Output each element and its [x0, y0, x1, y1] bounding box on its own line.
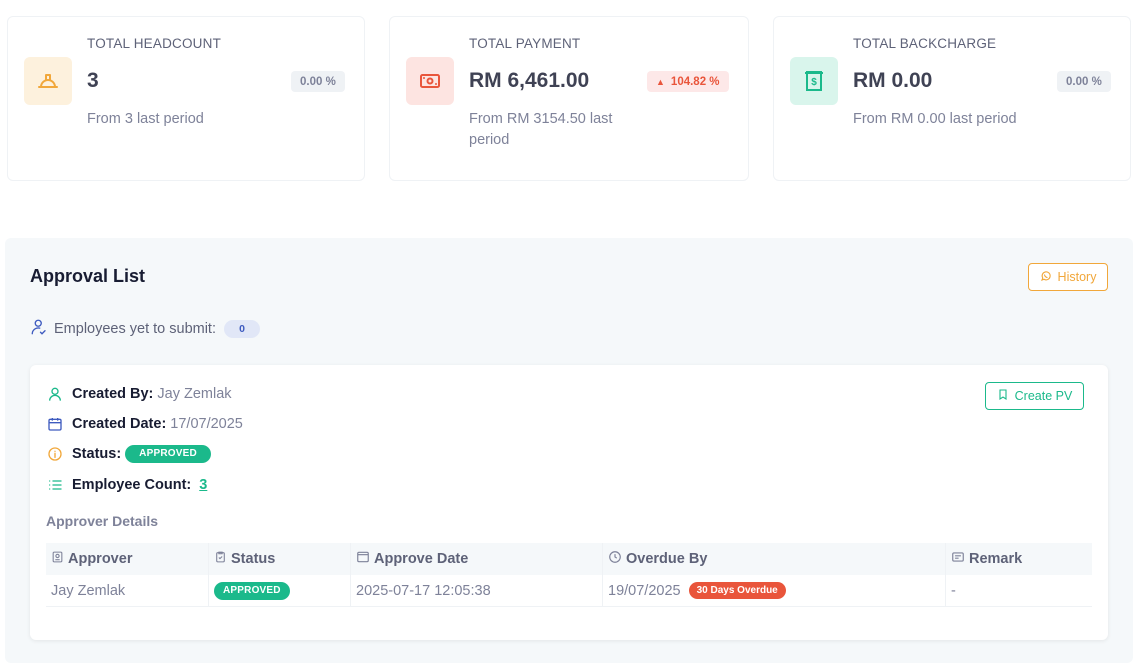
helmet-icon — [24, 57, 72, 105]
created-by-row: Created By: Jay Zemlak — [46, 385, 232, 403]
employee-count-row: Employee Count: 3 — [46, 476, 207, 494]
pending-submissions: Employees yet to submit: 0 — [30, 318, 260, 340]
column-status: Status — [209, 543, 351, 575]
created-date-row: Created Date: 17/07/2025 — [46, 415, 243, 433]
chevron-up-icon: ▲ — [656, 76, 665, 87]
overdue-cell: 19/07/2025 30 Days Overdue — [603, 575, 946, 606]
stat-label: TOTAL HEADCOUNT — [87, 36, 222, 51]
create-pv-button[interactable]: Create PV — [985, 382, 1084, 410]
stat-card-backcharge: $ TOTAL BACKCHARGE RM 0.00 0.00 % From R… — [773, 16, 1131, 181]
stat-value: RM 6,461.00 — [469, 69, 590, 92]
stat-card-headcount: TOTAL HEADCOUNT 3 0.00 % From 3 last per… — [7, 16, 365, 181]
column-overdue-by: Overdue By — [603, 543, 946, 575]
status-row: Status: APPROVED — [46, 445, 211, 463]
approval-panel: Approval List History Employees yet to s… — [5, 238, 1133, 663]
created-by-value: Jay Zemlak — [157, 386, 232, 402]
whatsapp-icon — [1040, 270, 1052, 285]
table-row: Jay Zemlak APPROVED 2025-07-17 12:05:38 … — [46, 575, 1092, 607]
history-button[interactable]: History — [1028, 263, 1108, 291]
clipboard-check-icon — [214, 550, 227, 568]
approve-date-cell: 2025-07-17 12:05:38 — [351, 575, 603, 606]
stat-sub: From RM 0.00 last period — [853, 111, 1017, 127]
column-approve-date: Approve Date — [351, 543, 603, 575]
overdue-badge: 30 Days Overdue — [688, 582, 786, 599]
approver-table: Approver Status Approve Date Overdue By … — [46, 543, 1092, 607]
column-remark: Remark — [946, 543, 1092, 575]
status-badge: APPROVED — [125, 445, 211, 463]
approver-details-title: Approver Details — [46, 513, 159, 529]
info-icon — [46, 445, 64, 463]
clock-icon — [608, 550, 622, 568]
table-header: Approver Status Approve Date Overdue By … — [46, 543, 1092, 575]
message-icon — [951, 550, 965, 568]
window-icon — [356, 550, 370, 568]
stat-value: RM 0.00 — [853, 69, 933, 92]
list-icon — [46, 476, 64, 494]
created-date-value: 17/07/2025 — [170, 416, 243, 432]
user-check-icon — [30, 318, 48, 340]
employee-count-link[interactable]: 3 — [199, 477, 207, 493]
receipt-dollar-icon: $ — [790, 57, 838, 105]
user-icon — [46, 385, 64, 403]
status-badge: APPROVED — [214, 581, 290, 600]
id-card-icon — [51, 550, 64, 568]
stat-value: 3 — [87, 69, 99, 92]
money-icon — [406, 57, 454, 105]
calendar-icon — [46, 415, 64, 433]
status-cell: APPROVED — [209, 575, 351, 606]
stat-sub: From 3 last period — [87, 111, 204, 127]
stat-change-badge: 0.00 % — [291, 71, 345, 92]
svg-text:$: $ — [811, 77, 817, 88]
approver-cell: Jay Zemlak — [46, 575, 209, 606]
column-approver: Approver — [46, 543, 209, 575]
bookmark-icon — [997, 388, 1009, 404]
approval-card: Created By: Jay Zemlak Created Date: 17/… — [30, 365, 1108, 640]
stat-card-payment: TOTAL PAYMENT RM 6,461.00 ▲ 104.82 % Fro… — [389, 16, 749, 181]
stat-sub: From RM 3154.50 last period — [469, 111, 613, 148]
stat-change-badge: ▲ 104.82 % — [647, 71, 729, 92]
stat-label: TOTAL BACKCHARGE — [853, 36, 997, 51]
page-title: Approval List — [30, 266, 146, 286]
remark-cell: - — [951, 582, 956, 599]
stat-label: TOTAL PAYMENT — [469, 36, 581, 51]
stat-change-badge: 0.00 % — [1057, 71, 1111, 92]
pending-count-badge[interactable]: 0 — [224, 320, 260, 338]
